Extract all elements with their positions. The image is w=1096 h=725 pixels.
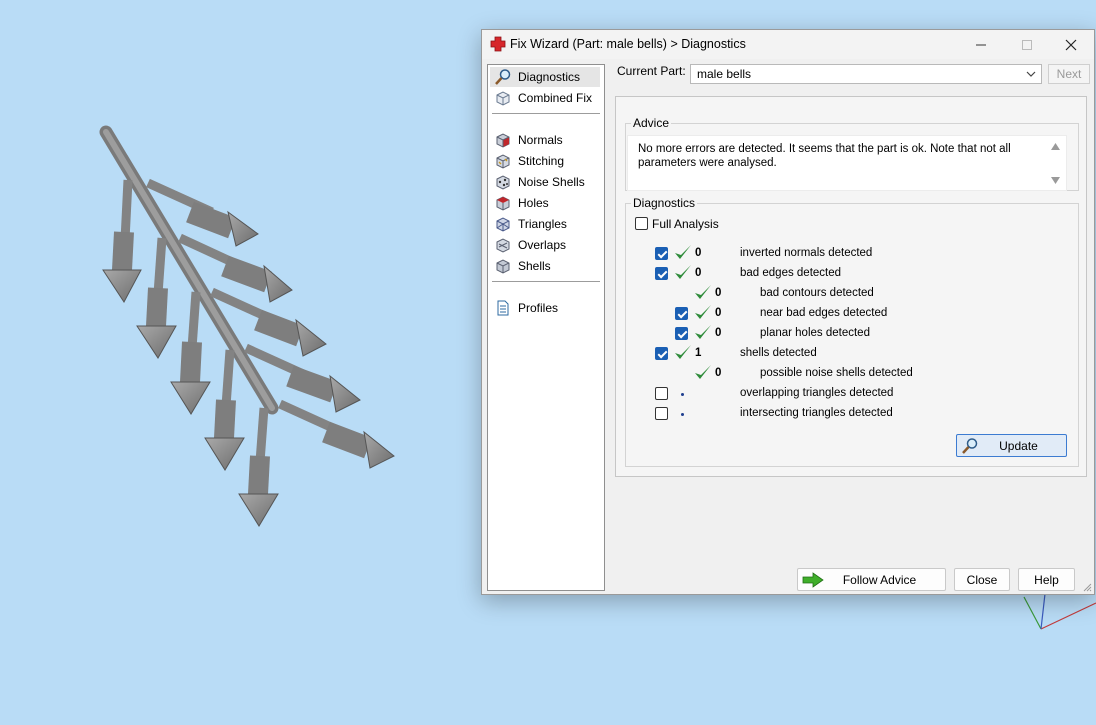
part-model <box>99 125 395 527</box>
sidebar-item-overlaps[interactable]: Overlaps <box>490 235 600 255</box>
near-bad-edges-label: near bad edges detected <box>760 307 888 319</box>
next-button[interactable]: Next <box>1048 64 1090 84</box>
maximize-icon <box>1022 39 1032 50</box>
sidebar-item-normals[interactable]: Normals <box>490 130 600 150</box>
close-icon <box>1065 39 1077 50</box>
noise-shells-count: 0 <box>715 367 722 379</box>
near-bad-edges-checkbox[interactable] <box>675 307 688 320</box>
planar-holes-count: 0 <box>715 327 722 339</box>
advice-group-title: Advice <box>631 116 672 130</box>
fix-wizard-dialog: Fix Wizard (Part: male bells) > Diagnost… <box>481 29 1095 595</box>
help-button-label: Help <box>1034 573 1059 587</box>
normals-cube-icon <box>494 131 512 149</box>
magnifier-icon <box>494 68 512 86</box>
shells-label: shells detected <box>740 347 817 359</box>
close-window-button[interactable] <box>1048 30 1094 59</box>
follow-advice-label: Follow Advice <box>842 573 917 587</box>
advice-text: No more errors are detected. It seems th… <box>638 143 1011 169</box>
bad-edges-label: bad edges detected <box>740 267 842 279</box>
holes-cube-icon <box>494 194 512 212</box>
sidebar-item-label: Stitching <box>518 154 565 168</box>
current-part-select[interactable]: male bells <box>690 64 1042 84</box>
sidebar-item-stitching[interactable]: Stitching <box>490 151 600 171</box>
sidebar-item-diagnostics[interactable]: Diagnostics <box>490 67 600 87</box>
inverted-normals-count: 0 <box>695 247 702 259</box>
shells-count: 1 <box>695 347 702 359</box>
close-button-label: Close <box>966 573 998 587</box>
check-mark-icon <box>695 365 711 379</box>
sidebar-item-label: Holes <box>518 196 549 210</box>
cube-outline-icon <box>494 89 512 107</box>
advice-textbox: No more errors are detected. It seems th… <box>627 135 1067 191</box>
shells-checkbox[interactable] <box>655 347 668 360</box>
not-analysed-dot-icon <box>681 393 684 396</box>
sidebar-item-label: Normals <box>518 133 563 147</box>
bad-edges-count: 0 <box>695 267 702 279</box>
scroll-up-icon[interactable] <box>1051 143 1060 150</box>
shells-cube-icon <box>494 257 512 275</box>
sidebar-item-shells[interactable]: Shells <box>490 256 600 276</box>
near-bad-edges-count: 0 <box>715 307 722 319</box>
sidebar-divider <box>492 281 600 282</box>
sidebar-item-label: Profiles <box>518 301 559 315</box>
sidebar-item-triangles[interactable]: Triangles <box>490 214 600 234</box>
resize-grip-icon[interactable] <box>1082 582 1092 592</box>
check-mark-icon <box>675 265 691 279</box>
document-icon <box>494 299 512 317</box>
planar-holes-checkbox[interactable] <box>675 327 688 340</box>
check-mark-icon <box>675 245 691 259</box>
triangles-cube-icon <box>494 215 512 233</box>
current-part-value: male bells <box>697 67 752 81</box>
full-analysis-label: Full Analysis <box>652 217 719 231</box>
follow-advice-button[interactable]: Follow Advice <box>797 568 946 591</box>
update-button[interactable]: Update <box>956 434 1067 457</box>
sidebar-item-profiles[interactable]: Profiles <box>490 298 600 318</box>
intersecting-triangles-label: intersecting triangles detected <box>740 407 893 419</box>
maximize-button[interactable] <box>1004 30 1050 59</box>
diagnostics-panel: Advice No more errors are detected. It s… <box>615 96 1087 477</box>
bad-edges-checkbox[interactable] <box>655 267 668 280</box>
window-title: Fix Wizard (Part: male bells) > Diagnost… <box>510 37 746 51</box>
overlaps-cube-icon <box>494 236 512 254</box>
inverted-normals-label: inverted normals detected <box>740 247 873 259</box>
minimize-button[interactable] <box>958 30 1004 59</box>
sidebar-item-label: Diagnostics <box>518 70 581 84</box>
sidebar-divider <box>492 113 600 114</box>
planar-holes-label: planar holes detected <box>760 327 870 339</box>
check-mark-icon <box>695 305 711 319</box>
help-button[interactable]: Help <box>1018 568 1075 591</box>
sidebar: Diagnostics Combined Fix Normals Stitchi… <box>487 64 605 591</box>
bad-contours-count: 0 <box>715 287 722 299</box>
chevron-down-icon <box>1026 71 1036 77</box>
sidebar-item-label: Shells <box>518 259 551 273</box>
update-button-label: Update <box>999 439 1038 453</box>
check-mark-icon <box>675 345 691 359</box>
sidebar-item-label: Overlaps <box>518 238 567 252</box>
sidebar-item-noise-shells[interactable]: Noise Shells <box>490 172 600 192</box>
noise-shells-icon <box>494 173 512 191</box>
stitching-cube-icon <box>494 152 512 170</box>
check-mark-icon <box>695 285 711 299</box>
full-analysis-checkbox[interactable] <box>635 217 648 230</box>
check-mark-icon <box>695 325 711 339</box>
overlapping-triangles-label: overlapping triangles detected <box>740 387 894 399</box>
current-part-label: Current Part: <box>617 64 686 78</box>
overlapping-triangles-checkbox[interactable] <box>655 387 668 400</box>
not-analysed-dot-icon <box>681 413 684 416</box>
sidebar-item-label: Noise Shells <box>518 175 585 189</box>
noise-shells-label: possible noise shells detected <box>760 367 913 379</box>
close-button[interactable]: Close <box>954 568 1010 591</box>
diagnostics-group-title: Diagnostics <box>631 196 698 210</box>
inverted-normals-checkbox[interactable] <box>655 247 668 260</box>
scroll-down-icon[interactable] <box>1051 177 1060 184</box>
sidebar-item-holes[interactable]: Holes <box>490 193 600 213</box>
bad-contours-label: bad contours detected <box>760 287 874 299</box>
intersecting-triangles-checkbox[interactable] <box>655 407 668 420</box>
red-cross-icon <box>490 36 506 52</box>
sidebar-item-label: Triangles <box>518 217 567 231</box>
sidebar-item-label: Combined Fix <box>518 91 593 105</box>
title-bar[interactable]: Fix Wizard (Part: male bells) > Diagnost… <box>482 30 1094 59</box>
sidebar-item-combined-fix[interactable]: Combined Fix <box>490 88 600 108</box>
minimize-icon <box>976 44 986 45</box>
